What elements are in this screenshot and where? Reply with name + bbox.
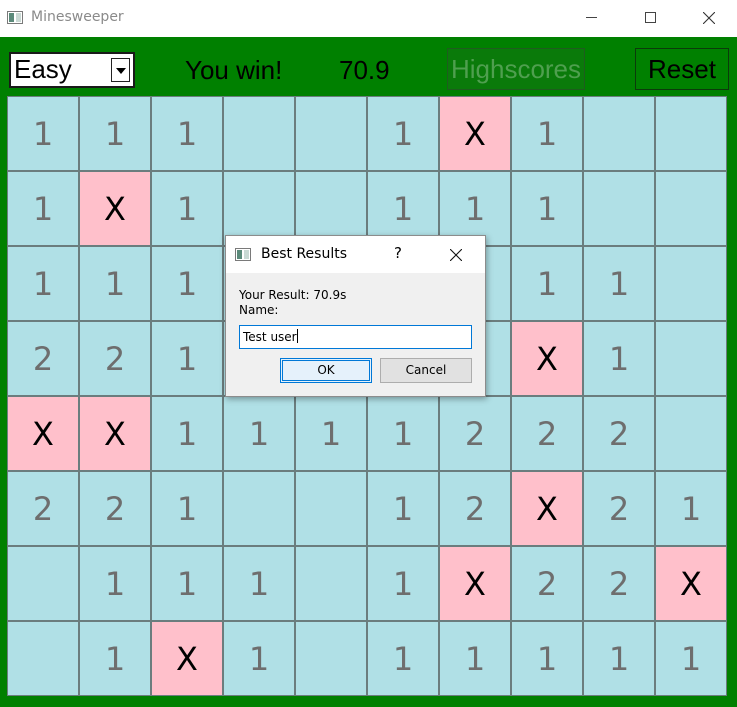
close-button[interactable] [686,0,732,36]
cancel-button[interactable]: Cancel [380,358,472,383]
app-icon [7,11,23,24]
grid-cell[interactable] [295,546,367,621]
grid-cell[interactable]: 1 [583,621,655,696]
grid-cell[interactable] [655,321,727,396]
grid-cell[interactable]: 2 [7,321,79,396]
grid-cell[interactable]: 1 [511,171,583,246]
window-titlebar: Minesweeper [0,0,737,36]
grid-cell[interactable] [295,471,367,546]
grid-cell[interactable]: 1 [7,246,79,321]
window-title: Minesweeper [31,9,124,25]
grid-cell[interactable]: 1 [151,321,223,396]
grid-cell[interactable]: 1 [79,546,151,621]
grid-cell[interactable]: 1 [367,621,439,696]
name-input-value: Test user [243,330,297,344]
grid-cell[interactable]: 2 [583,471,655,546]
grid-cell[interactable] [655,171,727,246]
grid-cell[interactable]: 1 [223,546,295,621]
grid-cell[interactable]: 2 [79,321,151,396]
grid-cell[interactable]: 1 [583,321,655,396]
grid-cell[interactable]: 2 [439,471,511,546]
grid-cell[interactable] [223,96,295,171]
mine-cell[interactable]: X [79,396,151,471]
grid-cell[interactable]: 1 [7,171,79,246]
grid-cell[interactable]: 1 [295,396,367,471]
grid-cell[interactable]: 1 [79,96,151,171]
grid-cell[interactable]: 2 [79,471,151,546]
grid-cell[interactable]: 2 [439,396,511,471]
chevron-down-icon[interactable] [111,58,130,82]
dialog-titlebar: Best Results ? [226,236,485,273]
grid-cell[interactable] [655,396,727,471]
help-button[interactable]: ? [386,244,410,262]
grid-cell[interactable] [655,246,727,321]
dialog-title: Best Results [261,246,348,262]
grid-cell[interactable]: 1 [367,471,439,546]
maximize-button[interactable] [627,0,673,36]
grid-cell[interactable] [295,621,367,696]
mine-cell[interactable]: X [7,396,79,471]
difficulty-value: Easy [14,54,72,84]
dialog-close-button[interactable] [444,245,468,265]
name-label: Name: [239,303,279,317]
grid-cell[interactable]: 2 [511,546,583,621]
grid-cell[interactable]: 1 [79,621,151,696]
grid-cell[interactable]: 1 [151,396,223,471]
grid-cell[interactable]: 1 [7,96,79,171]
mine-cell[interactable]: X [655,546,727,621]
grid-cell[interactable]: 1 [223,621,295,696]
grid-cell[interactable]: 1 [367,396,439,471]
grid-cell[interactable]: 1 [583,246,655,321]
grid-cell[interactable]: 1 [655,471,727,546]
grid-cell[interactable]: 1 [367,546,439,621]
grid-cell[interactable]: 1 [223,396,295,471]
mine-cell[interactable]: X [511,471,583,546]
result-text: Your Result: 70.9s [239,288,347,302]
close-icon [703,12,715,24]
grid-cell[interactable]: 1 [151,171,223,246]
reset-button[interactable]: Reset [635,48,729,90]
grid-cell[interactable] [7,621,79,696]
game-toolbar: Easy You win! 70.9 Highscores Reset [0,37,737,95]
grid-cell[interactable]: 1 [151,96,223,171]
grid-cell[interactable] [655,96,727,171]
grid-cell[interactable]: 1 [511,621,583,696]
mine-cell[interactable]: X [79,171,151,246]
grid-cell[interactable]: 2 [583,396,655,471]
minimize-icon [586,17,597,18]
grid-cell[interactable]: 1 [511,246,583,321]
mine-cell[interactable]: X [439,546,511,621]
maximize-icon [645,12,656,23]
text-caret [296,329,298,343]
grid-cell[interactable]: 2 [511,396,583,471]
grid-cell[interactable] [7,546,79,621]
mine-cell[interactable]: X [511,321,583,396]
minimize-button[interactable] [568,0,614,36]
game-status: You win! [185,55,283,85]
grid-cell[interactable]: 1 [511,96,583,171]
grid-cell[interactable] [223,471,295,546]
highscores-button[interactable]: Highscores [447,48,585,90]
grid-cell[interactable]: 2 [583,546,655,621]
mine-cell[interactable]: X [439,96,511,171]
game-timer: 70.9 [339,55,390,85]
best-results-dialog: Best Results ? Your Result: 70.9s Name: … [225,235,486,397]
grid-cell[interactable]: 1 [151,546,223,621]
ok-button[interactable]: OK [280,358,372,383]
grid-cell[interactable]: 1 [367,96,439,171]
grid-cell[interactable]: 1 [439,621,511,696]
grid-cell[interactable] [583,96,655,171]
grid-cell[interactable] [295,96,367,171]
name-input[interactable]: Test user [239,325,472,349]
grid-cell[interactable] [583,171,655,246]
mine-cell[interactable]: X [151,621,223,696]
difficulty-select[interactable]: Easy [9,52,135,88]
grid-cell[interactable]: 1 [655,621,727,696]
close-icon [450,249,462,261]
grid-cell[interactable]: 1 [151,246,223,321]
dialog-app-icon [235,248,251,261]
grid-cell[interactable]: 1 [151,471,223,546]
grid-cell[interactable]: 1 [79,246,151,321]
grid-cell[interactable]: 2 [7,471,79,546]
